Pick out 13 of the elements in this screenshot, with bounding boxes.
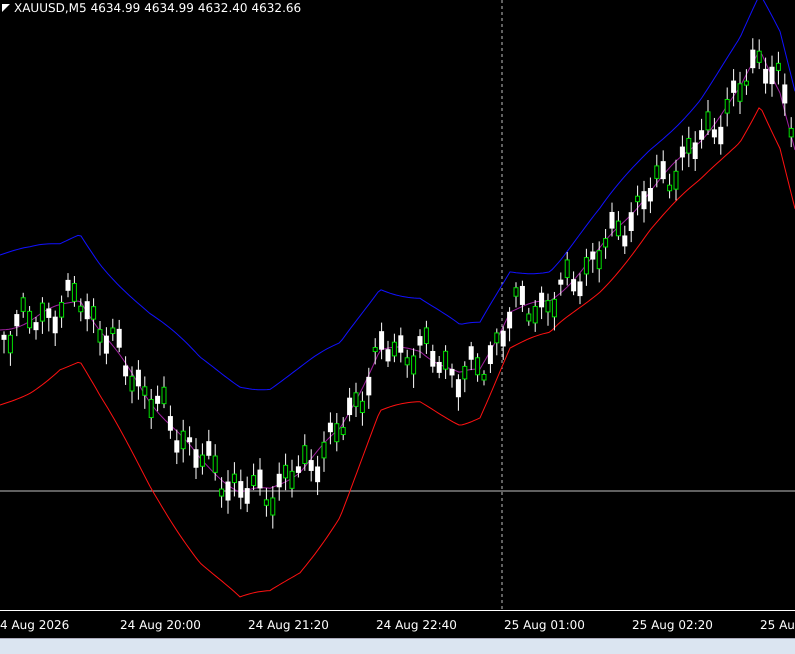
time-label: 25 Aug 02:20 [631, 618, 714, 632]
symbol-label: XAUUSD,M5 [14, 1, 87, 15]
price-value: 4634.99 [90, 1, 140, 15]
time-label: 24 Aug 22:40 [375, 618, 458, 632]
time-label: 25 Aug 01:00 [503, 618, 586, 632]
triangle-icon[interactable] [2, 4, 10, 12]
price-value: 4632.66 [252, 1, 302, 15]
time-label: 25 Au [759, 618, 795, 632]
time-label: 24 Aug 21:20 [247, 618, 330, 632]
price-value: 4634.99 [144, 1, 194, 15]
time-label: 4 Aug 2026 [0, 618, 70, 632]
time-label: 24 Aug 20:00 [119, 618, 202, 632]
price-value: 4632.40 [198, 1, 248, 15]
